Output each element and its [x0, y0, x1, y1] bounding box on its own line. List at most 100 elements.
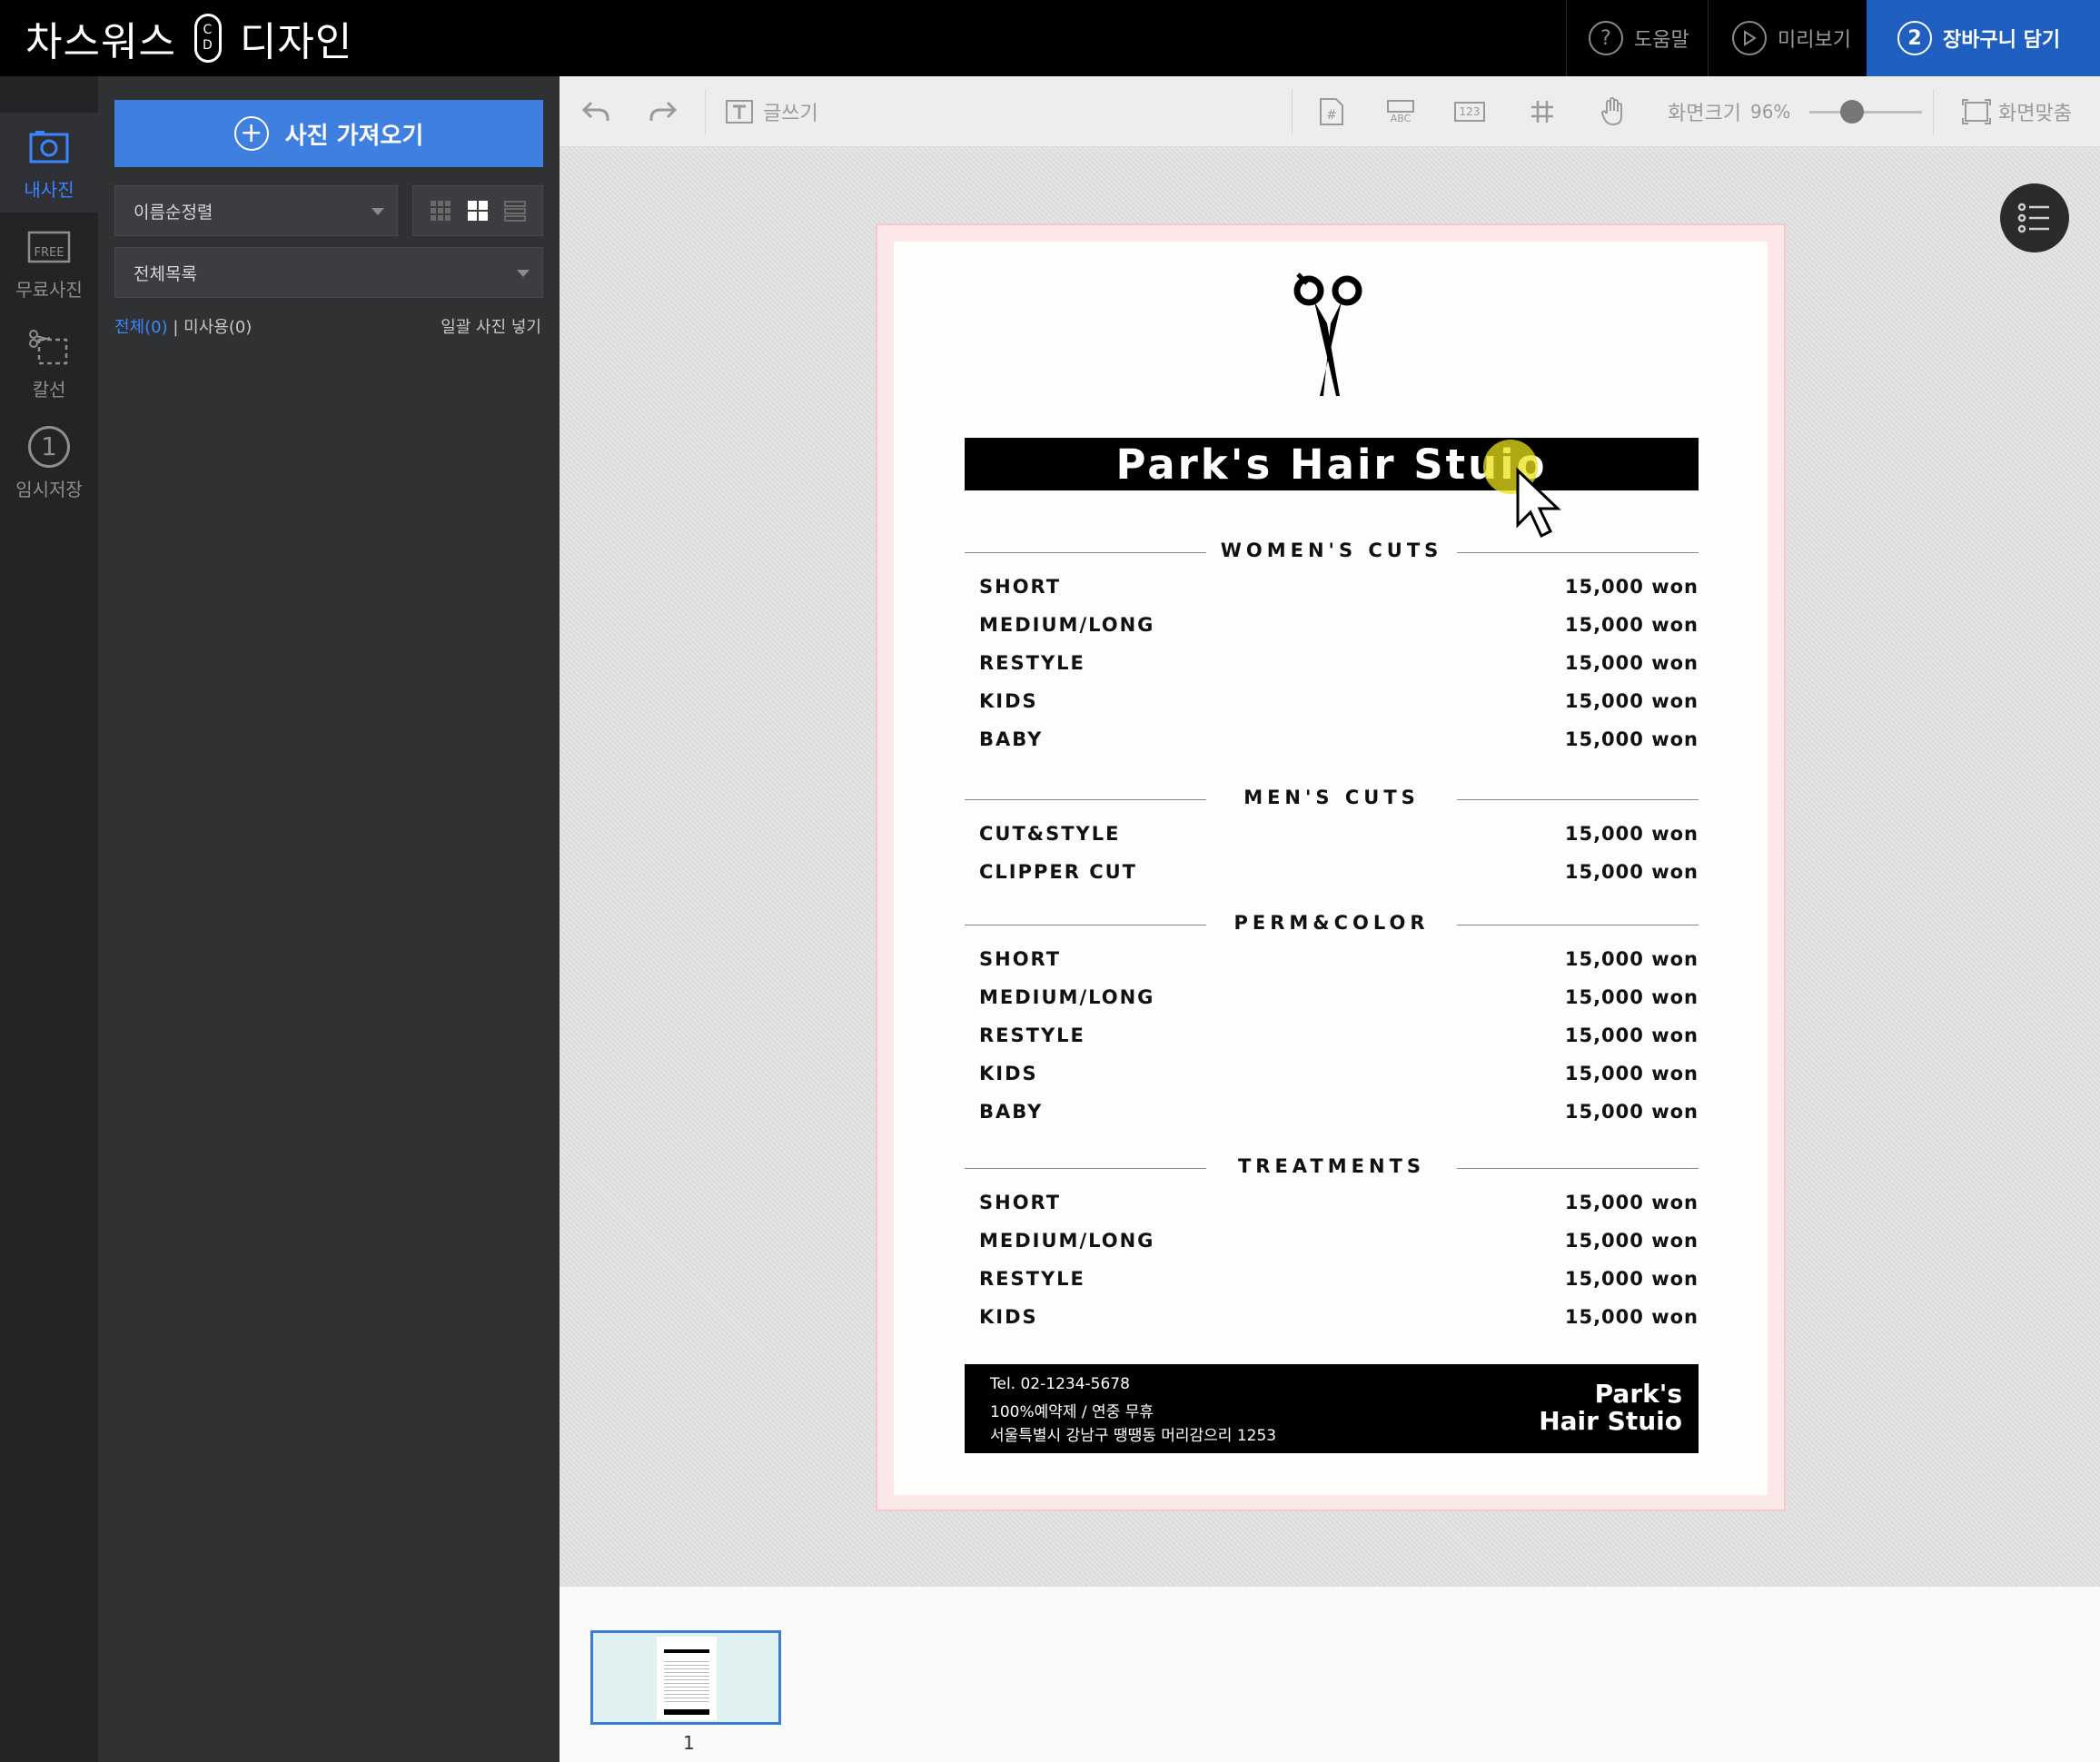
grid-button[interactable]: [1524, 76, 1560, 147]
rail-label: 내사진: [24, 178, 74, 201]
undo-button[interactable]: [578, 76, 614, 147]
count-all-link[interactable]: 전체(0): [114, 318, 168, 337]
menu-item-price: 15,000 won: [1564, 728, 1699, 750]
batch-insert-link[interactable]: 일괄 사진 넣기: [441, 314, 541, 338]
brand-logo-bottom: D: [203, 38, 213, 53]
album-value: 전체목록: [134, 263, 197, 284]
toolbar-divider: [1292, 89, 1293, 134]
layer-list-button[interactable]: [2000, 183, 2069, 252]
left-rail: 내사진 FREE 무료사진 칼선 1 임시저장: [0, 76, 98, 1762]
menu-item-price: 15,000 won: [1564, 1192, 1699, 1213]
scissors-dashed-icon: [26, 324, 72, 370]
brand-logo-top: C: [203, 23, 213, 37]
number-button[interactable]: 123: [1451, 76, 1488, 147]
preview-label: 미리보기: [1778, 29, 1851, 52]
menu-item-name: RESTYLE: [979, 1268, 1085, 1290]
album-select[interactable]: 전체목록: [114, 247, 543, 298]
count-unused-link[interactable]: 미사용(0): [183, 318, 252, 337]
section-heading-text: TREATMENTS: [1237, 1155, 1426, 1177]
import-label: 사진 가져오기: [284, 122, 424, 150]
rail-item-free-photos[interactable]: FREE 무료사진: [0, 213, 98, 312]
page-strip: 1: [560, 1586, 2100, 1762]
menu-item-row: CLIPPER CUT 15,000 won: [979, 861, 1699, 888]
footer-brand-line2: Hair Stuio: [1539, 1406, 1682, 1436]
menu-item-price: 15,000 won: [1564, 1230, 1699, 1252]
list-icon: [2017, 203, 2049, 233]
menu-item-row: MEDIUM/LONG 15,000 won: [979, 614, 1699, 641]
rail-number: 1: [28, 425, 70, 468]
hash-document-icon: #: [1313, 94, 1350, 130]
brand-name-right: 디자인: [239, 19, 353, 65]
number-one-circle-icon: 1: [26, 424, 72, 470]
redo-button[interactable]: [645, 76, 681, 147]
design-canvas[interactable]: Park's Hair Stuio WOMEN'S CUTS SHORT 15,00…: [560, 147, 2100, 1586]
footer-hours: 100%예약제 / 연중 무휴: [990, 1403, 1154, 1421]
page-thumbnail[interactable]: [590, 1630, 781, 1725]
menu-item-name: MEDIUM/LONG: [979, 614, 1155, 636]
document-footer[interactable]: Tel. 02-1234-5678 100%예약제 / 연중 무휴 서울특별시 …: [965, 1364, 1699, 1453]
list-view-icon[interactable]: [503, 199, 527, 223]
small-grid-view-icon[interactable]: [429, 199, 452, 223]
help-icon: ?: [1589, 21, 1623, 55]
menu-item-name: MEDIUM/LONG: [979, 1230, 1155, 1252]
menu-item-name: SHORT: [979, 1192, 1062, 1213]
section-heading: WOMEN'S CUTS: [965, 539, 1699, 567]
abc-text: ABC: [1390, 112, 1412, 124]
rail-item-my-photos[interactable]: 내사진: [0, 113, 98, 213]
import-photo-button[interactable]: + 사진 가져오기: [114, 100, 543, 167]
step-number-icon: 2: [1897, 21, 1932, 55]
menu-item-row: CUT&STYLE 15,000 won: [979, 823, 1699, 850]
menu-item-row: RESTYLE 15,000 won: [979, 1268, 1699, 1295]
menu-item-price: 15,000 won: [1564, 576, 1699, 598]
menu-item-row: BABY 15,000 won: [979, 728, 1699, 756]
add-text-button[interactable]: 글쓰기: [721, 76, 818, 147]
menu-document[interactable]: Park's Hair Stuio WOMEN'S CUTS SHORT 15,00…: [894, 242, 1768, 1495]
menu-item-name: KIDS: [979, 1306, 1038, 1328]
text-box-icon: [721, 94, 758, 130]
photo-counts: 전체(0) | 미사용(0): [114, 314, 252, 338]
menu-item-name: KIDS: [979, 1063, 1038, 1084]
play-icon: [1732, 21, 1767, 55]
menu-item-price: 15,000 won: [1564, 1268, 1699, 1290]
section-heading-text: WOMEN'S CUTS: [1220, 539, 1443, 561]
section-heading: PERM&COLOR: [965, 912, 1699, 939]
mouse-cursor-icon: [1483, 440, 1561, 539]
zoom-value: 96%: [1749, 101, 1791, 123]
menu-item-price: 15,000 won: [1564, 948, 1699, 970]
undo-icon: [578, 94, 614, 130]
menu-item-row: SHORT 15,000 won: [979, 576, 1699, 603]
text-style-button[interactable]: ABC: [1382, 76, 1419, 147]
fit-screen-label: 화면맞춤: [1998, 103, 2072, 125]
cart-label: 장바구니 담기: [1943, 29, 2061, 52]
menu-item-row: KIDS 15,000 won: [979, 690, 1699, 718]
redo-icon: [645, 94, 681, 130]
menu-item-row: KIDS 15,000 won: [979, 1306, 1699, 1333]
menu-item-name: SHORT: [979, 576, 1062, 598]
plus-circle-icon: +: [233, 116, 269, 151]
large-grid-view-icon[interactable]: [466, 199, 490, 223]
photo-panel: + 사진 가져오기 이름순정렬 전체목록 전체(0) | 미사용(0) 일괄 사…: [98, 76, 560, 1762]
menu-item-name: MEDIUM/LONG: [979, 986, 1155, 1008]
rail-item-temp-save[interactable]: 1 임시저장: [0, 412, 98, 512]
hand-tool-button[interactable]: [1595, 76, 1631, 147]
section-heading: TREATMENTS: [965, 1155, 1699, 1183]
zoom-slider-handle[interactable]: [1840, 100, 1864, 124]
page-number-button[interactable]: #: [1313, 76, 1350, 147]
footer-brand-line1: Park's: [1594, 1379, 1682, 1409]
document-title[interactable]: Park's Hair Stuio: [965, 438, 1699, 490]
menu-item-row: RESTYLE 15,000 won: [979, 1025, 1699, 1052]
add-to-cart-button[interactable]: 2 장바구니 담기: [1867, 0, 2100, 76]
sort-select[interactable]: 이름순정렬: [114, 185, 398, 236]
page-thumbnail-preview: [657, 1637, 717, 1720]
rail-item-cutline[interactable]: 칼선: [0, 312, 98, 412]
menu-item-name: RESTYLE: [979, 652, 1085, 674]
chevron-down-icon: [371, 208, 384, 215]
help-button[interactable]: ? 도움말: [1566, 0, 1708, 76]
zoom-slider[interactable]: [1809, 100, 1922, 124]
zoom-label: 화면크기 96%: [1668, 76, 1790, 147]
preview-button[interactable]: 미리보기: [1708, 0, 1867, 76]
fit-screen-button[interactable]: 화면맞춤: [1958, 76, 2072, 147]
zoom-label-text: 화면크기: [1668, 103, 1741, 125]
sort-value: 이름순정렬: [134, 202, 213, 223]
menu-item-row: SHORT 15,000 won: [979, 1192, 1699, 1219]
